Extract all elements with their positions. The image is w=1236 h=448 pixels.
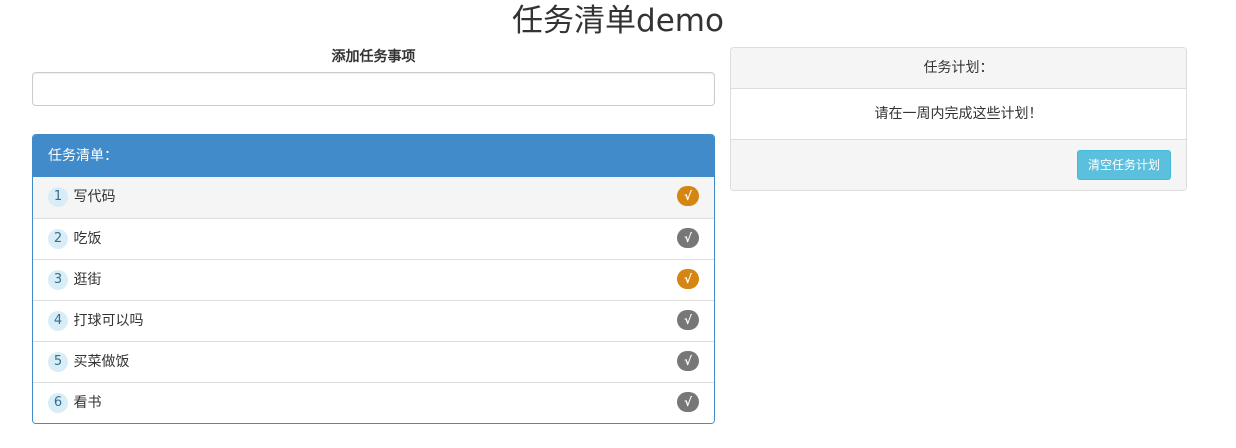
task-text: 看书 — [73, 395, 102, 411]
clear-plan-button[interactable]: 清空任务计划 — [1076, 150, 1171, 180]
task-plan-panel: 任务计划： 请在一周内完成这些计划！ 清空任务计划 — [730, 47, 1187, 191]
task-item[interactable]: 5 买菜做饭 √ — [33, 341, 714, 382]
task-number-badge: 1 — [48, 187, 68, 207]
add-task-form: 添加任务事项 — [32, 44, 715, 106]
task-number-badge: 5 — [48, 352, 68, 372]
check-icon[interactable]: √ — [677, 228, 699, 248]
task-text: 写代码 — [73, 189, 116, 205]
task-list: 1 写代码 √ 2 吃饭 √ 3 逛街 √ 4 打球可以吗 √ 5 买菜做饭 √… — [33, 177, 714, 423]
add-task-input[interactable] — [32, 72, 715, 106]
task-item[interactable]: 3 逛街 √ — [33, 259, 714, 300]
task-text: 逛街 — [73, 272, 102, 288]
task-number-badge: 3 — [48, 270, 68, 290]
page-title: 任务清单demo — [512, 3, 724, 39]
task-item[interactable]: 6 看书 √ — [33, 382, 714, 423]
task-number-badge: 6 — [48, 393, 68, 413]
check-icon[interactable]: √ — [677, 269, 699, 289]
task-number-badge: 2 — [48, 229, 68, 249]
task-number-badge: 4 — [48, 311, 68, 331]
check-icon[interactable]: √ — [677, 310, 699, 330]
task-item[interactable]: 1 写代码 √ — [33, 177, 714, 218]
task-text: 吃饭 — [73, 231, 102, 247]
task-plan-message: 请在一周内完成这些计划！ — [731, 89, 1186, 140]
task-item[interactable]: 4 打球可以吗 √ — [33, 300, 714, 341]
task-plan-footer: 清空任务计划 — [731, 140, 1186, 190]
task-list-heading: 任务清单： — [33, 135, 714, 177]
task-list-panel: 任务清单： 1 写代码 √ 2 吃饭 √ 3 逛街 √ 4 打球可以吗 √ 5 … — [32, 134, 715, 424]
task-text: 打球可以吗 — [73, 313, 144, 329]
task-text: 买菜做饭 — [73, 354, 130, 370]
add-task-label: 添加任务事项 — [331, 49, 416, 65]
task-item[interactable]: 2 吃饭 √ — [33, 218, 714, 259]
check-icon[interactable]: √ — [677, 351, 699, 371]
check-icon[interactable]: √ — [677, 392, 699, 412]
task-plan-heading: 任务计划： — [731, 48, 1186, 89]
check-icon[interactable]: √ — [677, 186, 699, 206]
